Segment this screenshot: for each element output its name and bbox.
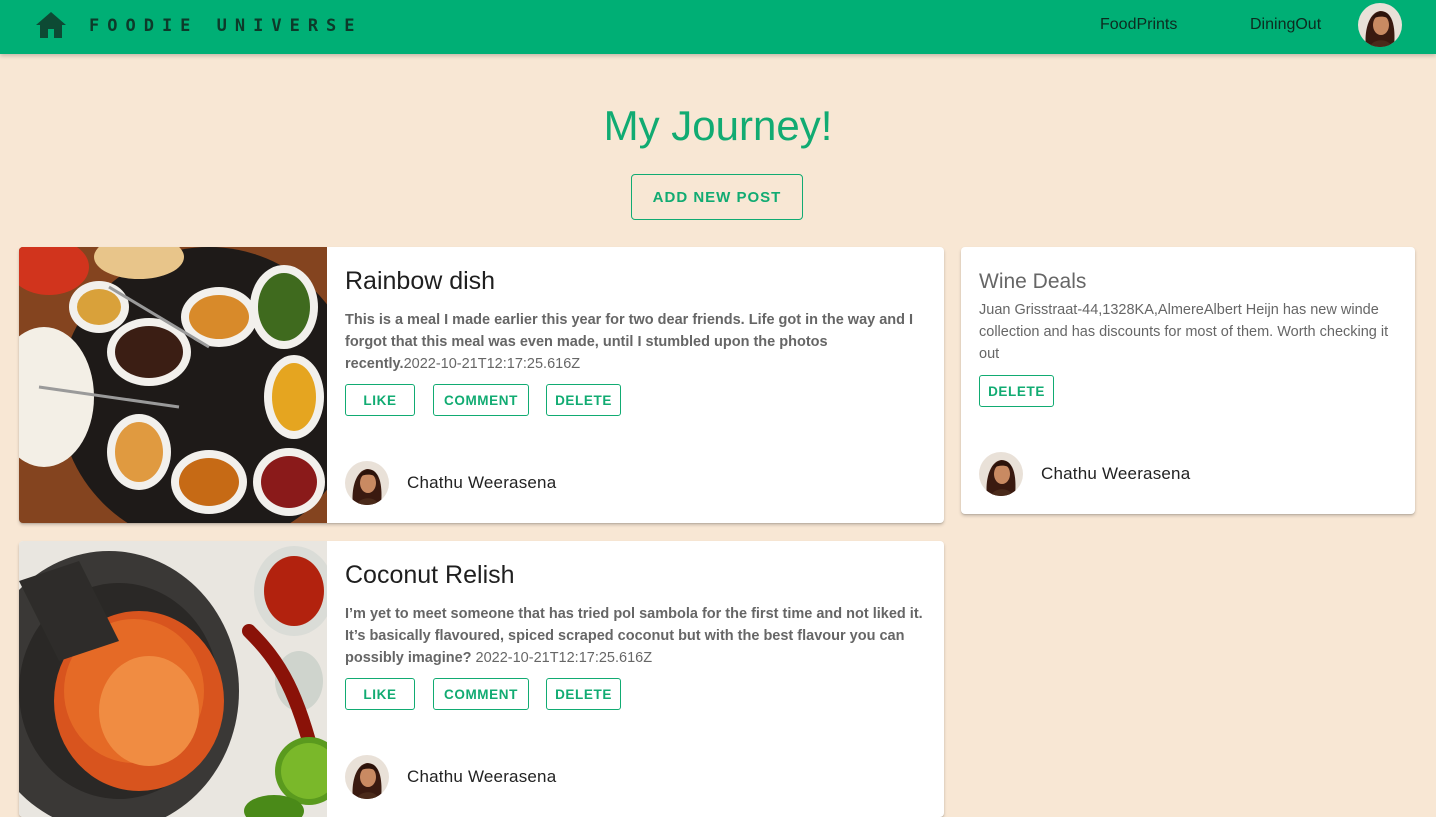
deal-description: Juan Grisstraat-44,1328KA,AlmereAlbert H… (979, 302, 1389, 362)
page-title: My Journey! (603, 102, 833, 149)
like-button[interactable]: LIKE (345, 384, 415, 416)
post-timestamp: 2022-10-21T12:17:25.616Z (471, 650, 653, 666)
top-app-bar: FOODIE UNIVERSE FoodPrints DiningOut (0, 0, 1436, 54)
author-name: Chathu Weerasena (1041, 464, 1191, 483)
deal-delete-button[interactable]: DELETE (979, 375, 1054, 407)
author-avatar (345, 755, 389, 799)
post-card: Rainbow dish This is a meal I made earli… (19, 247, 944, 523)
post-description: I’m yet to meet someone that has tried p… (345, 603, 925, 669)
delete-button[interactable]: DELETE (546, 384, 621, 416)
author-name: Chathu Weerasena (407, 767, 557, 786)
comment-button[interactable]: COMMENT (433, 678, 529, 710)
post-content: Rainbow dish This is a meal I made earli… (345, 247, 944, 523)
author-name: Chathu Weerasena (407, 473, 557, 492)
post-title: Coconut Relish (345, 561, 515, 589)
add-new-post-button[interactable]: ADD NEW POST (631, 174, 803, 220)
author-avatar (979, 452, 1023, 496)
post-card: Coconut Relish I’m yet to meet someone t… (19, 541, 944, 817)
post-content: Coconut Relish I’m yet to meet someone t… (345, 541, 944, 817)
post-image (19, 247, 327, 523)
user-avatar[interactable] (1358, 3, 1402, 47)
nav-link-foodprints[interactable]: FoodPrints (1100, 15, 1177, 35)
deal-card: Wine Deals Juan Grisstraat-44,1328KA,Alm… (961, 247, 1415, 514)
post-title: Rainbow dish (345, 267, 496, 295)
like-button[interactable]: LIKE (345, 678, 415, 710)
comment-button[interactable]: COMMENT (433, 384, 529, 416)
author-avatar (345, 461, 389, 505)
post-description: This is a meal I made earlier this year … (345, 309, 925, 375)
brand-title: FOODIE UNIVERSE (89, 16, 363, 36)
post-timestamp: 2022-10-21T12:17:25.616Z (403, 356, 581, 372)
nav-link-diningout[interactable]: DiningOut (1250, 15, 1321, 35)
deal-title: Wine Deals (979, 270, 1087, 293)
post-image (19, 541, 327, 817)
delete-button[interactable]: DELETE (546, 678, 621, 710)
home-icon[interactable] (35, 10, 67, 40)
